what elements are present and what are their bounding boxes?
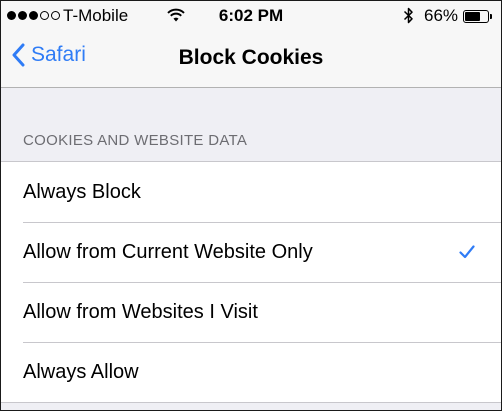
section-header: COOKIES AND WEBSITE DATA (23, 132, 248, 149)
battery-cap (490, 14, 492, 19)
page-title: Block Cookies (178, 46, 324, 69)
option-always-block[interactable]: Always Block (1, 162, 501, 222)
settings-screen: T-Mobile 6:02 PM 66% Safari Block Cookie… (0, 0, 502, 411)
option-label: Always Block (23, 180, 141, 203)
option-always-allow[interactable]: Always Allow (1, 342, 501, 402)
status-bar: T-Mobile 6:02 PM 66% (1, 1, 501, 33)
battery-icon (463, 10, 489, 23)
option-allow-current-website[interactable]: Allow from Current Website Only (1, 222, 501, 282)
navigation-bar: Safari Block Cookies (1, 33, 501, 88)
option-label: Always Allow (23, 360, 139, 383)
cookie-options-list: Always Block Allow from Current Website … (1, 161, 501, 403)
bluetooth-icon (403, 7, 413, 24)
option-label: Allow from Current Website Only (23, 240, 313, 263)
battery-percent: 66% (424, 6, 459, 25)
option-allow-websites-visited[interactable]: Allow from Websites I Visit (1, 282, 501, 342)
checkmark-icon (459, 245, 475, 259)
option-label: Allow from Websites I Visit (23, 300, 258, 323)
battery-level-fill (465, 12, 480, 21)
